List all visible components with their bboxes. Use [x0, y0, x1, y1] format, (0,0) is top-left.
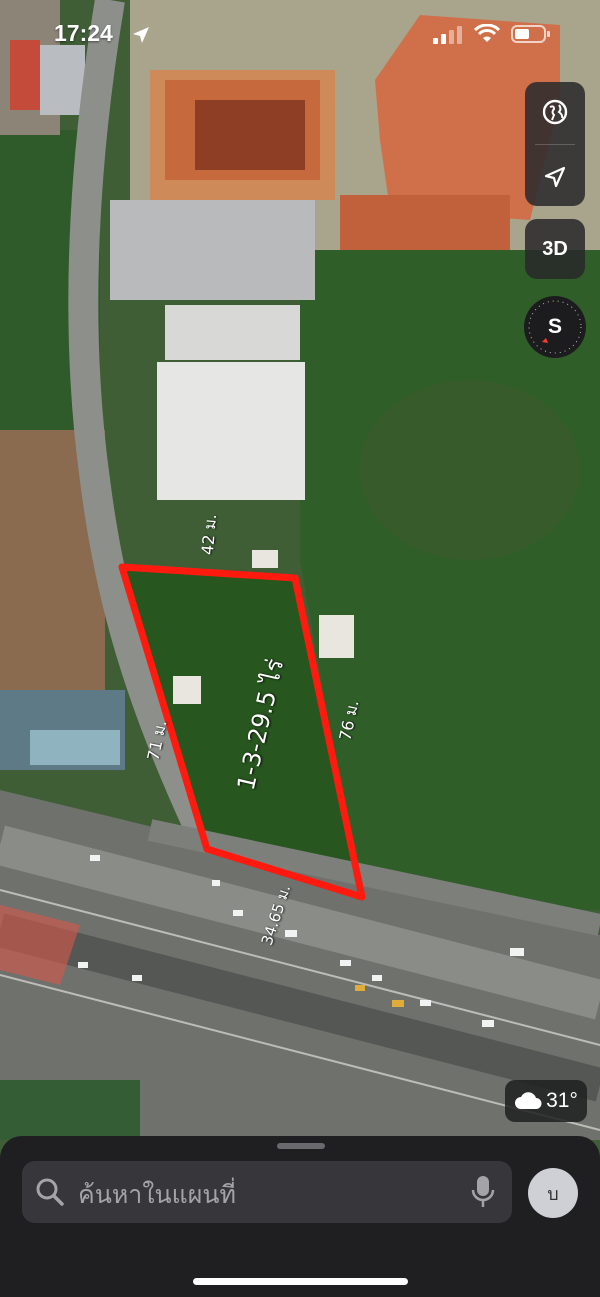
cloud-icon — [515, 1092, 542, 1109]
status-bar: 17:24 — [0, 0, 600, 70]
location-arrow-icon — [133, 27, 149, 43]
current-location-button[interactable] — [525, 147, 585, 207]
sheet-grabber[interactable] — [277, 1143, 325, 1149]
location-arrow-icon — [544, 166, 566, 188]
account-avatar[interactable]: บ — [528, 1168, 578, 1218]
search-icon — [36, 1178, 64, 1206]
search-bar[interactable]: ค้นหาในแผนที่ — [22, 1161, 512, 1223]
home-indicator — [193, 1278, 408, 1285]
warehouse-roof — [110, 200, 315, 300]
search-input[interactable]: ค้นหาในแผนที่ — [78, 1175, 236, 1215]
compass-button[interactable]: S — [524, 296, 586, 358]
microphone-icon[interactable] — [471, 1175, 495, 1209]
warehouse-roof-large — [157, 362, 305, 500]
view-3d-button[interactable]: 3D — [525, 219, 585, 279]
cellular-signal-icon — [433, 26, 462, 44]
weather-temperature: 31° — [546, 1089, 578, 1112]
wifi-icon — [474, 24, 500, 42]
map-style-button[interactable] — [525, 82, 585, 142]
map-controls-group — [525, 82, 585, 206]
globe-icon — [542, 99, 568, 125]
view-3d-control: 3D — [525, 219, 585, 279]
compass-label: S — [547, 315, 562, 338]
dimension-top-label: 42 ม. — [197, 513, 221, 556]
weather-badge[interactable]: 31° — [505, 1080, 587, 1122]
battery-icon — [511, 25, 550, 43]
status-time: 17:24 — [54, 20, 113, 46]
